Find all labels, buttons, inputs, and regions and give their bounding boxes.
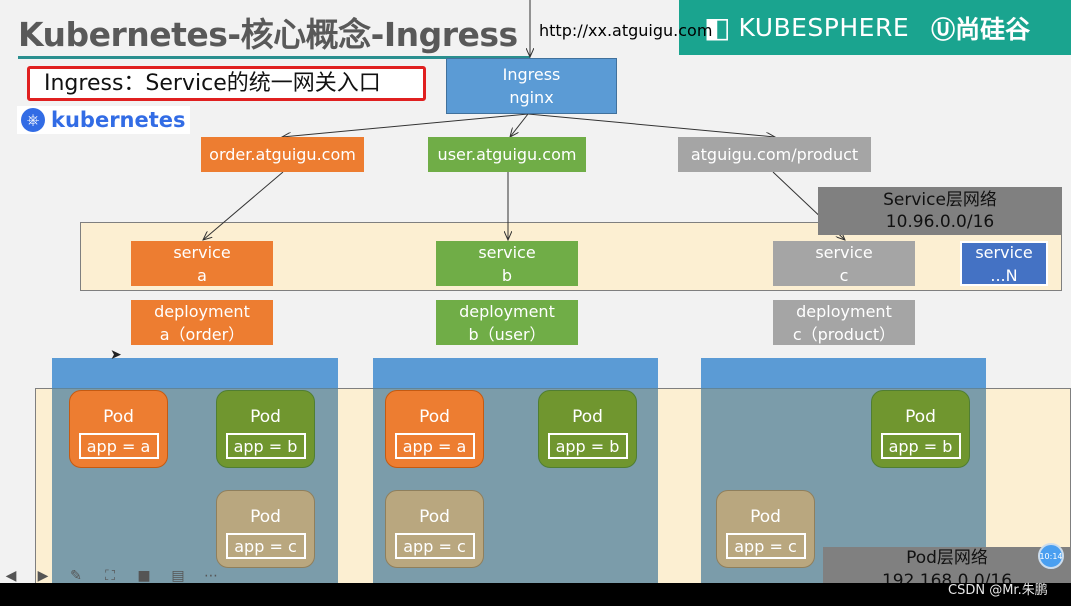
mouse-cursor-icon: ➤	[110, 347, 122, 363]
csdn-watermark: CSDN @Mr.朱鹏	[948, 583, 1048, 598]
service-n: service ...N	[960, 241, 1048, 286]
more-icon[interactable]: ⋯	[202, 568, 220, 584]
ingress-nginx-box: Ingress nginx	[446, 58, 617, 114]
arrow-ingress-product	[527, 113, 775, 137]
service-b: service b	[436, 241, 578, 286]
bottom-black-bar	[0, 583, 1071, 606]
deployment-b: deployment b（user）	[436, 300, 578, 345]
timer-badge[interactable]: 10:14	[1038, 543, 1064, 569]
pod-node2-c: Pod app = c	[385, 490, 484, 568]
next-icon[interactable]: ▶	[34, 568, 52, 584]
host-order: order.atguigu.com	[201, 137, 364, 172]
deployment-c: deployment c（product）	[773, 300, 915, 345]
pod-node1-c: Pod app = c	[216, 490, 315, 568]
pod-node1-b: Pod app = b	[216, 390, 315, 468]
pod-node3-b: Pod app = b	[871, 390, 970, 468]
service-c: service c	[773, 241, 915, 286]
prev-icon[interactable]: ◀	[2, 568, 20, 584]
screenshot-icon[interactable]: ⛶	[101, 568, 119, 584]
host-product: atguigu.com/product	[678, 137, 871, 172]
service-network-label: Service层网络 10.96.0.0/16	[818, 187, 1062, 235]
notes-icon[interactable]: ▤	[169, 568, 187, 584]
deployment-a: deployment a（order）	[131, 300, 273, 345]
arrow-ingress-user	[510, 113, 529, 137]
camera-icon[interactable]: ■	[135, 568, 153, 584]
pod-node1-a: Pod app = a	[69, 390, 168, 468]
pod-node2-b: Pod app = b	[538, 390, 637, 468]
arrow-order-service-a	[203, 171, 284, 240]
pod-node3-c: Pod app = c	[716, 490, 815, 568]
service-a: service a	[131, 241, 273, 286]
pen-icon[interactable]: ✎	[67, 568, 85, 584]
host-user: user.atguigu.com	[428, 137, 586, 172]
pod-node2-a: Pod app = a	[385, 390, 484, 468]
arrow-ingress-order	[282, 113, 529, 137]
